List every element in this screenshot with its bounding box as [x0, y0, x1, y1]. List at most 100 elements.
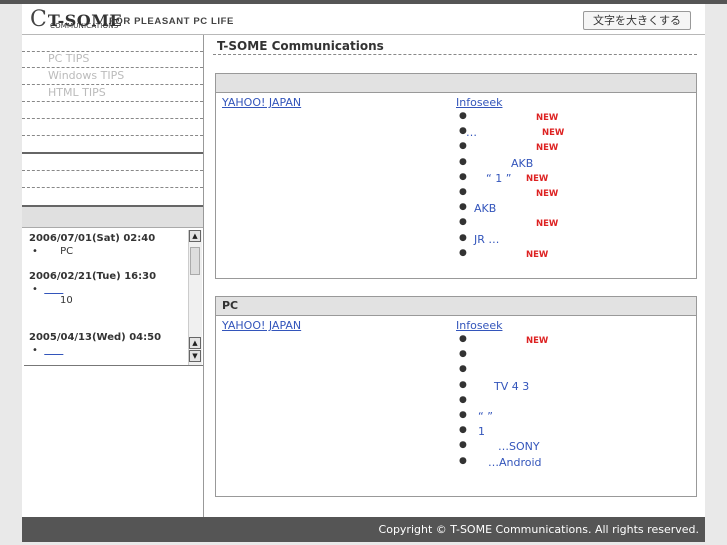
bullet-icon: ● — [459, 141, 467, 152]
bullet-icon: ● — [459, 232, 467, 243]
bullet-icon: ● — [459, 186, 467, 197]
new-badge: NEW — [536, 113, 559, 123]
headline-list: ● NEW ● ● ● TV 4 3 ● ● “ ” ● 1 ● …SONY ● …Android — [456, 334, 692, 471]
sidebar-divider — [22, 67, 203, 68]
bullet-icon: ● — [459, 202, 467, 213]
headline-item[interactable]: ● NEW — [456, 248, 692, 263]
headline-text[interactable]: TV 4 3 — [494, 380, 529, 393]
bullet-icon: ● — [459, 440, 467, 451]
headline-item[interactable]: ● JR … — [456, 233, 692, 248]
sidebar-divider — [22, 135, 203, 136]
headline-item[interactable]: ● NEW — [456, 217, 692, 232]
bullet-icon: ● — [459, 247, 467, 258]
bullet-icon: ● — [459, 156, 467, 167]
sidebar-item-html-tips[interactable]: HTML TIPS — [48, 86, 106, 99]
news-item[interactable]: • — [32, 345, 203, 356]
headline-text[interactable]: …Android — [488, 456, 542, 469]
headline-item[interactable]: ● …SONY — [456, 440, 692, 455]
news-item-text: PC — [60, 246, 74, 257]
title-divider — [213, 54, 697, 55]
new-badge: NEW — [526, 173, 549, 184]
headline-item[interactable]: ● — [456, 395, 692, 410]
headline-text[interactable]: … — [466, 126, 477, 139]
headline-text[interactable]: AKB — [474, 202, 496, 215]
bullet-icon: ● — [459, 425, 467, 436]
bullet-icon: ● — [459, 379, 467, 390]
enlarge-text-button[interactable]: 文字を大きくする — [583, 11, 691, 30]
site-footer: Copyright © T-SOME Communications. All r… — [22, 517, 705, 542]
yahoo-japan-link[interactable]: YAHOO! JAPAN — [222, 96, 301, 109]
main-content: T-SOME Communications YAHOO! JAPAN Infos… — [213, 35, 697, 517]
news-date: 2006/07/01(Sat) 02:40 — [29, 233, 156, 244]
headline-text[interactable]: “ ” — [478, 410, 493, 423]
panel-right-column: Infoseek ● NEW ●… NEW ● NEW ● AKB ● “ 1 ” NEW ● NEW ●… — [456, 96, 692, 263]
panel-right-column: Infoseek ● NEW ● ● ● TV 4 3 ● ● “ ” ● 1 ● …SONY ● …And… — [456, 319, 692, 471]
panel-header — [216, 74, 696, 93]
headline-item[interactable]: ● AKB — [456, 202, 692, 217]
sidebar-divider — [22, 187, 203, 188]
bullet-icon: ● — [459, 409, 467, 420]
infoseek-link[interactable]: Infoseek — [456, 319, 502, 332]
headline-item[interactable]: ● NEW — [456, 111, 692, 126]
sidebar-divider — [22, 170, 203, 171]
headline-list: ● NEW ● … NEW ● NEW ● AKB ● “ 1 ” NEW ● NEW ● AKB ● NEW ● J… — [456, 111, 692, 263]
yahoo-japan-link[interactable]: YAHOO! JAPAN — [222, 319, 301, 332]
headline-text[interactable]: 1 — [478, 425, 485, 438]
news-item[interactable]: • PC — [32, 246, 203, 257]
headline-item[interactable]: ● — [456, 349, 692, 364]
new-badge: NEW — [526, 249, 549, 260]
bullet-icon: ● — [459, 217, 467, 228]
headline-item[interactable]: ● NEW — [456, 187, 692, 202]
sidebar-item-windows-tips[interactable]: Windows TIPS — [48, 69, 124, 82]
scroll-thumb[interactable] — [190, 247, 200, 275]
scroll-up-arrow-icon[interactable]: ▲ — [189, 230, 201, 242]
headline-item[interactable]: ● …Android — [456, 456, 692, 471]
site-tagline: FOR PLEASANT PC LIFE — [109, 16, 234, 27]
headline-item[interactable]: ● — [456, 364, 692, 379]
news-list: 2006/07/01(Sat) 02:40 • PC 2006/02/21(Tu… — [24, 229, 203, 366]
scroll-up-arrow-icon[interactable]: ▲ — [189, 337, 201, 349]
sidebar-divider — [22, 84, 203, 85]
sidebar-divider — [22, 118, 203, 119]
headline-text[interactable]: “ 1 ” — [486, 172, 511, 185]
news-date: 2005/04/13(Wed) 04:50 — [29, 332, 162, 343]
headline-item[interactable]: ●… NEW — [456, 126, 692, 141]
headline-text[interactable]: JR … — [474, 233, 499, 246]
panel-left-column: YAHOO! JAPAN — [222, 319, 301, 332]
page-title: T-SOME Communications — [217, 39, 384, 53]
headline-text[interactable]: AKB — [511, 157, 533, 170]
news-item-link[interactable] — [44, 284, 63, 295]
bullet-icon: ● — [459, 455, 467, 466]
headline-item[interactable]: ● NEW — [456, 141, 692, 156]
logo-c-glyph: C — [30, 7, 47, 32]
headline-item[interactable]: ● TV 4 3 — [456, 380, 692, 395]
new-badge: NEW — [542, 128, 565, 139]
headline-text[interactable]: …SONY — [498, 440, 540, 453]
headline-item[interactable]: ● AKB — [456, 157, 692, 172]
news-item-link[interactable] — [44, 345, 63, 356]
news-panel-1: YAHOO! JAPAN Infoseek ● NEW ●… NEW ● NEW ● AKB ●… — [215, 73, 697, 279]
headline-item[interactable]: ● NEW — [456, 334, 692, 349]
panel-left-column: YAHOO! JAPAN — [222, 96, 301, 109]
scroll-down-arrow-icon[interactable]: ▼ — [189, 350, 201, 362]
bullet-icon: ● — [459, 171, 467, 182]
new-badge: NEW — [536, 219, 559, 230]
sidebar-section-rule — [22, 152, 203, 154]
new-badge: NEW — [536, 188, 559, 199]
sidebar-item-pc-tips[interactable]: PC TIPS — [48, 52, 89, 65]
bullet-icon: ● — [459, 364, 467, 375]
infoseek-link[interactable]: Infoseek — [456, 96, 502, 109]
news-scrollbar[interactable]: ▲ ▲ ▼ — [188, 230, 202, 365]
bullet-icon: ● — [459, 111, 467, 121]
headline-item[interactable]: ● 1 — [456, 425, 692, 440]
sidebar: PC TIPS Windows TIPS HTML TIPS 2006/07/0… — [22, 35, 204, 517]
headline-item[interactable]: ● “ ” — [456, 410, 692, 425]
content-area: PC TIPS Windows TIPS HTML TIPS 2006/07/0… — [22, 35, 705, 517]
sidebar-divider — [22, 101, 203, 102]
news-item[interactable]: • — [32, 284, 203, 295]
bullet-icon: ● — [459, 394, 467, 405]
new-badge: NEW — [536, 143, 559, 154]
panel-header: PC — [216, 297, 696, 316]
headline-item[interactable]: ● “ 1 ” NEW — [456, 172, 692, 187]
news-item-subtext: 10 — [60, 295, 73, 306]
